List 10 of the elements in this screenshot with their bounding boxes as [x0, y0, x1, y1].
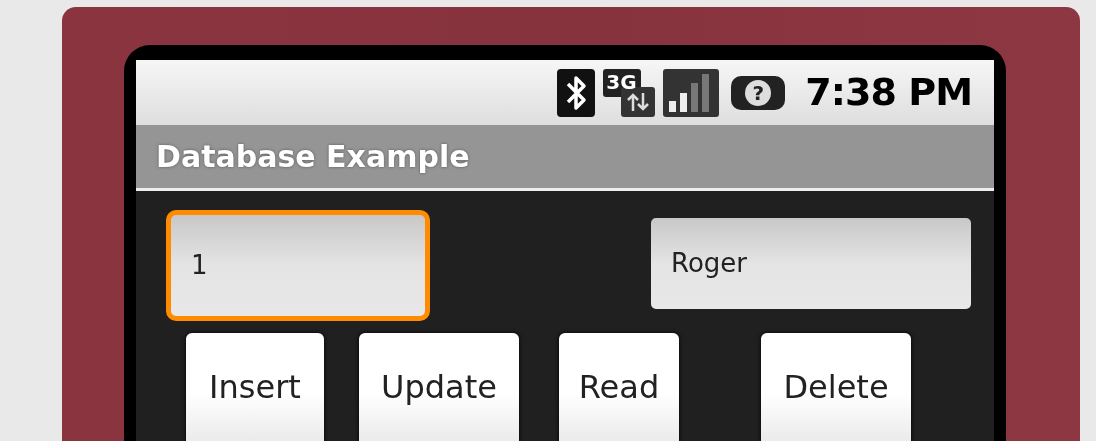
- text-field[interactable]: 1: [166, 210, 430, 321]
- action-button[interactable]: Delete: [761, 333, 911, 441]
- status-time: 7:38 PM: [805, 69, 972, 116]
- bluetooth-icon: [557, 68, 596, 117]
- action-button[interactable]: Read: [559, 333, 679, 441]
- action-button[interactable]: Update: [359, 333, 519, 441]
- action-button[interactable]: Insert: [186, 333, 324, 441]
- battery-unknown-icon: ?: [731, 75, 786, 110]
- signal-icon: [663, 68, 720, 117]
- app-title: Database Example: [156, 138, 470, 176]
